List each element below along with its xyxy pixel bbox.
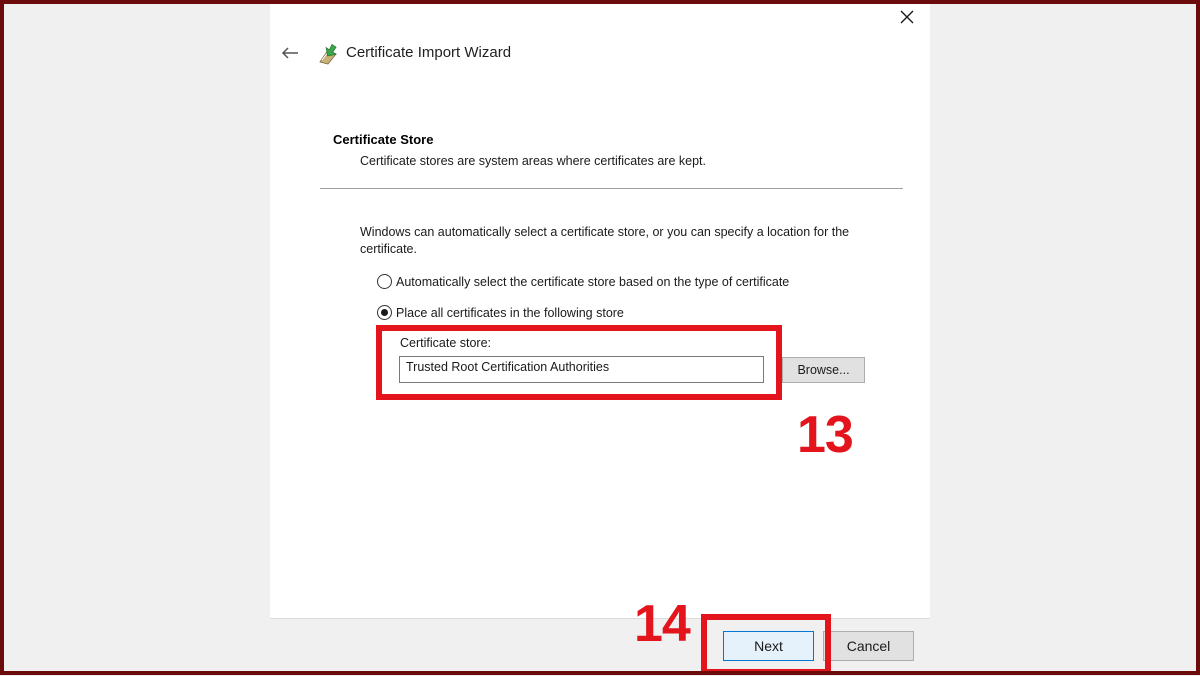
section-title: Certificate Store [333,132,434,147]
radio-place-in-store[interactable]: Place all certificates in the following … [377,305,624,320]
arrow-left-icon [281,47,298,59]
radio-place-in-store-label: Place all certificates in the following … [396,305,624,320]
browse-button[interactable]: Browse... [782,357,865,383]
certificate-store-field[interactable]: Trusted Root Certification Authorities [399,356,764,383]
certificate-store-label: Certificate store: [400,336,492,350]
section-description: Certificate stores are system areas wher… [360,154,706,168]
next-button[interactable]: Next [723,631,814,661]
certificate-wizard-icon [319,43,337,65]
wizard-title: Certificate Import Wizard [346,44,512,61]
close-button[interactable] [890,4,924,30]
step-13-label: 13 [797,406,854,464]
radio-button-unchecked[interactable] [377,274,392,289]
header-divider [320,188,903,189]
radio-button-checked[interactable] [377,305,392,320]
radio-auto-select[interactable]: Automatically select the certificate sto… [377,274,789,289]
certificate-import-dialog [270,0,930,675]
back-button[interactable] [278,40,302,66]
intro-text: Windows can automatically select a certi… [360,225,850,256]
radio-auto-select-label: Automatically select the certificate sto… [396,274,790,289]
cancel-button[interactable]: Cancel [823,631,914,661]
step-14-label: 14 [634,595,691,653]
close-icon [900,10,914,24]
